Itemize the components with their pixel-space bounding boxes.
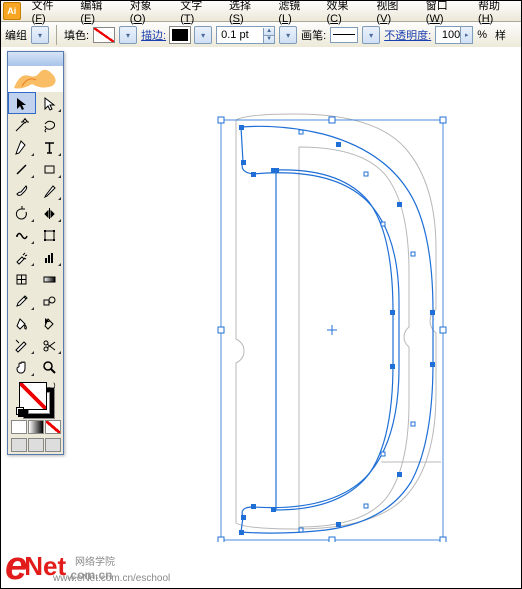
- brush-swatch[interactable]: [330, 27, 358, 43]
- tool-grid: [8, 92, 63, 378]
- symbol-sprayer-tool[interactable]: [8, 246, 36, 268]
- swap-fill-stroke-icon[interactable]: ⤾: [47, 382, 55, 393]
- menu-l[interactable]: 滤镜(L): [271, 0, 319, 27]
- watermark: e Net .com.cn 网络学院 www.eNet.com.cn/escho…: [5, 550, 113, 582]
- opacity-input[interactable]: [436, 29, 460, 41]
- toolbox-color-section: ⤾: [8, 378, 63, 454]
- fill-box-icon[interactable]: [19, 382, 47, 410]
- style-label-fragment: 样: [495, 27, 506, 43]
- brush-dropdown-icon[interactable]: ▾: [362, 26, 380, 44]
- menu-c[interactable]: 效果(C): [319, 0, 369, 27]
- gradient-mode-icon[interactable]: [28, 420, 44, 434]
- menu-bar: Ai 文件(F)编辑(E)对象(O)文字(T)选择(S)滤镜(L)效果(C)视图…: [1, 1, 521, 22]
- artwork-selection[interactable]: [181, 112, 461, 542]
- mode-dropdown-icon[interactable]: ▾: [31, 26, 49, 44]
- stroke-weight-down-icon[interactable]: ▼: [263, 36, 274, 43]
- live-paint-bucket-tool[interactable]: [8, 312, 36, 334]
- pen-tool[interactable]: [8, 136, 36, 158]
- separator: [56, 25, 57, 45]
- default-fill-stroke-icon[interactable]: [16, 407, 26, 417]
- toolbox-panel: ⤾: [7, 51, 64, 455]
- type-tool[interactable]: [36, 136, 64, 158]
- menu-o[interactable]: 对象(O): [123, 0, 174, 27]
- screen-mode-full-icon[interactable]: [45, 438, 61, 452]
- live-paint-selection-tool[interactable]: [36, 312, 64, 334]
- menu-v[interactable]: 视图(V): [369, 0, 418, 27]
- hand-tool[interactable]: [8, 356, 36, 378]
- blend-tool[interactable]: [36, 290, 64, 312]
- screen-mode-normal-icon[interactable]: [11, 438, 27, 452]
- zoom-tool[interactable]: [36, 356, 64, 378]
- direct-selection-tool[interactable]: [36, 92, 64, 114]
- stroke-dropdown-icon[interactable]: ▾: [194, 26, 212, 44]
- menu-h[interactable]: 帮助(H): [471, 0, 521, 27]
- slice-tool[interactable]: [8, 334, 36, 356]
- fill-label: 填色:: [64, 27, 89, 43]
- toolbox-header-icon: [8, 66, 63, 92]
- gradient-tool[interactable]: [36, 268, 64, 290]
- lasso-tool[interactable]: [36, 114, 64, 136]
- opacity-percent: %: [477, 29, 487, 41]
- canvas[interactable]: e Net .com.cn 网络学院 www.eNet.com.cn/escho…: [1, 47, 521, 588]
- magic-wand-tool[interactable]: [8, 114, 36, 136]
- opacity-dropdown-icon[interactable]: ▸: [460, 27, 472, 43]
- menu-t[interactable]: 文字(T): [173, 0, 222, 27]
- stroke-weight-field[interactable]: ▲ ▼: [216, 26, 275, 44]
- opacity-label[interactable]: 不透明度:: [384, 27, 431, 43]
- warp-tool[interactable]: [8, 224, 36, 246]
- toolbox-titlebar[interactable]: [8, 52, 63, 66]
- fill-swatch[interactable]: [93, 27, 115, 43]
- none-mode-icon[interactable]: [45, 420, 61, 434]
- rectangle-tool[interactable]: [36, 158, 64, 180]
- menu-f[interactable]: 文件(F): [25, 0, 74, 27]
- pencil-tool[interactable]: [36, 180, 64, 202]
- wm-tagline: 网络学院: [75, 553, 115, 568]
- opacity-field[interactable]: ▸: [435, 26, 473, 44]
- column-graph-tool[interactable]: [36, 246, 64, 268]
- control-bar: 编组 ▾ 填色: ▾ 描边: ▾ ▲ ▼ ▾ 画笔: ▾ 不透明度: ▸ % 样: [1, 22, 521, 49]
- menu-s[interactable]: 选择(S): [222, 0, 271, 27]
- screen-mode-full-menu-icon[interactable]: [28, 438, 44, 452]
- color-mode-icon[interactable]: [11, 420, 27, 434]
- reflect-tool[interactable]: [36, 202, 64, 224]
- stroke-weight-input[interactable]: [217, 29, 263, 41]
- paintbrush-tool[interactable]: [8, 180, 36, 202]
- free-transform-tool[interactable]: [36, 224, 64, 246]
- stroke-swatch[interactable]: [170, 27, 190, 43]
- eyedropper-tool[interactable]: [8, 290, 36, 312]
- wm-url: www.eNet.com.cn/eschool: [53, 573, 170, 584]
- fill-stroke-indicator[interactable]: ⤾: [16, 382, 56, 418]
- selection-mode-label: 编组: [5, 27, 27, 43]
- selection-tool[interactable]: [8, 92, 36, 114]
- app-logo-icon: Ai: [3, 2, 21, 20]
- mesh-tool[interactable]: [8, 268, 36, 290]
- app-window: Ai 文件(F)编辑(E)对象(O)文字(T)选择(S)滤镜(L)效果(C)视图…: [0, 0, 522, 589]
- scissors-tool[interactable]: [36, 334, 64, 356]
- rotate-tool[interactable]: [8, 202, 36, 224]
- menu-e[interactable]: 编辑(E): [73, 0, 122, 27]
- stroke-weight-up-icon[interactable]: ▲: [263, 28, 274, 36]
- brush-label: 画笔:: [301, 27, 326, 43]
- menu-w[interactable]: 窗口(W): [419, 0, 471, 27]
- line-segment-tool[interactable]: [8, 158, 36, 180]
- stroke-label[interactable]: 描边:: [141, 27, 166, 43]
- fill-dropdown-icon[interactable]: ▾: [119, 26, 137, 44]
- stroke-weight-dropdown-icon[interactable]: ▾: [279, 26, 297, 44]
